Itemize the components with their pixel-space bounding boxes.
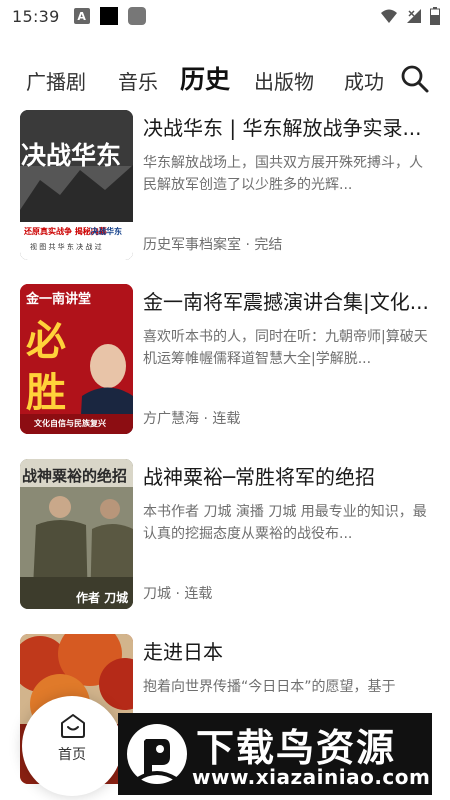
gray-square-icon [127, 7, 146, 25]
home-label: 首页 [58, 747, 86, 763]
cover-char-2: 胜 [26, 369, 66, 416]
cover-caption: 视 图 共 华 东 决 战 过 [30, 243, 102, 251]
book-title: 走进日本 [143, 640, 223, 664]
book-title: 战神粟裕─常胜将军的绝招 [143, 465, 376, 489]
book-cover: 决战华东 还原真实战争 揭秘内幕 决战华东 视 图 共 华 东 决 战 过 [20, 110, 133, 260]
cover-caption: 文化自信与民族复兴 [34, 418, 106, 428]
notification-a-icon: A [73, 8, 90, 24]
book-meta: 刀城 · 连载 [143, 586, 213, 602]
book-cover: 金一南讲堂 必 胜 文化自信与民族复兴 [20, 284, 133, 434]
book-description: 华东解放战场上，国共双方展开殊死搏斗，人民解放军创造了以少胜多的光辉... [143, 155, 423, 193]
watermark-url: www.xiazainiao.com [192, 765, 431, 789]
cover-title: 决战华东 [21, 141, 122, 170]
wifi-icon [381, 9, 397, 23]
book-description: 本书作者 刀城 演播 刀城 用最专业的知识，最认真的挖掘态度从粟裕的战役布... [143, 504, 427, 542]
cover-1-art [20, 110, 133, 260]
cover-subtitle-2: 决战华东 [90, 226, 122, 236]
battery-icon [430, 7, 440, 25]
tab-publications[interactable]: 出版物 [254, 66, 314, 95]
book-title: 决战华东 | 华东解放战争实录... [143, 116, 422, 140]
tab-music[interactable]: 音乐 [118, 66, 158, 95]
book-meta: 方广慧海 · 连载 [143, 411, 241, 427]
cover-author: 作者 刀城 [76, 591, 129, 605]
watermark-banner: 下载鸟资源 www.xiazainiao.com [118, 713, 432, 795]
category-tabs: 广播剧 音乐 历史 出版物 成功 [0, 56, 450, 100]
book-title: 金一南将军震撼演讲合集|文化... [143, 290, 429, 314]
cover-char-1: 必 [26, 317, 66, 364]
cover-title: 战神粟裕的绝招 [22, 467, 128, 485]
black-square-icon [99, 7, 118, 25]
book-meta: 历史军事档案室 · 完结 [143, 237, 283, 253]
tab-history[interactable]: 历史 [180, 60, 230, 96]
home-nav-button[interactable]: 首页 [22, 696, 122, 796]
search-icon[interactable] [400, 64, 430, 94]
book-item[interactable]: 战神粟裕的绝招 作者 刀城 战神粟裕─常胜将军的绝招 本书作者 刀城 演播 刀城… [0, 459, 450, 609]
tab-radio-drama[interactable]: 广播剧 [26, 66, 86, 95]
book-cover: 战神粟裕的绝招 作者 刀城 [20, 459, 133, 609]
signal-icon [407, 9, 421, 23]
status-time: 15:39 [12, 6, 60, 26]
status-bar: 15:39 A [0, 0, 450, 32]
bird-logo-icon [127, 724, 187, 784]
home-icon [61, 714, 85, 738]
watermark-title: 下载鸟资源 [196, 726, 397, 770]
cover-title: 金一南讲堂 [26, 292, 92, 307]
tab-success[interactable]: 成功 [344, 66, 384, 95]
book-item[interactable]: 决战华东 还原真实战争 揭秘内幕 决战华东 视 图 共 华 东 决 战 过 决战… [0, 110, 450, 260]
book-item[interactable]: 金一南讲堂 必 胜 文化自信与民族复兴 金一南将军震撼演讲合集|文化... 喜欢… [0, 284, 450, 434]
book-description: 喜欢听本书的人，同时在听：九朝帝师|算破天机运筹帷幄儒释道智慧大全|学解脱... [143, 329, 428, 367]
